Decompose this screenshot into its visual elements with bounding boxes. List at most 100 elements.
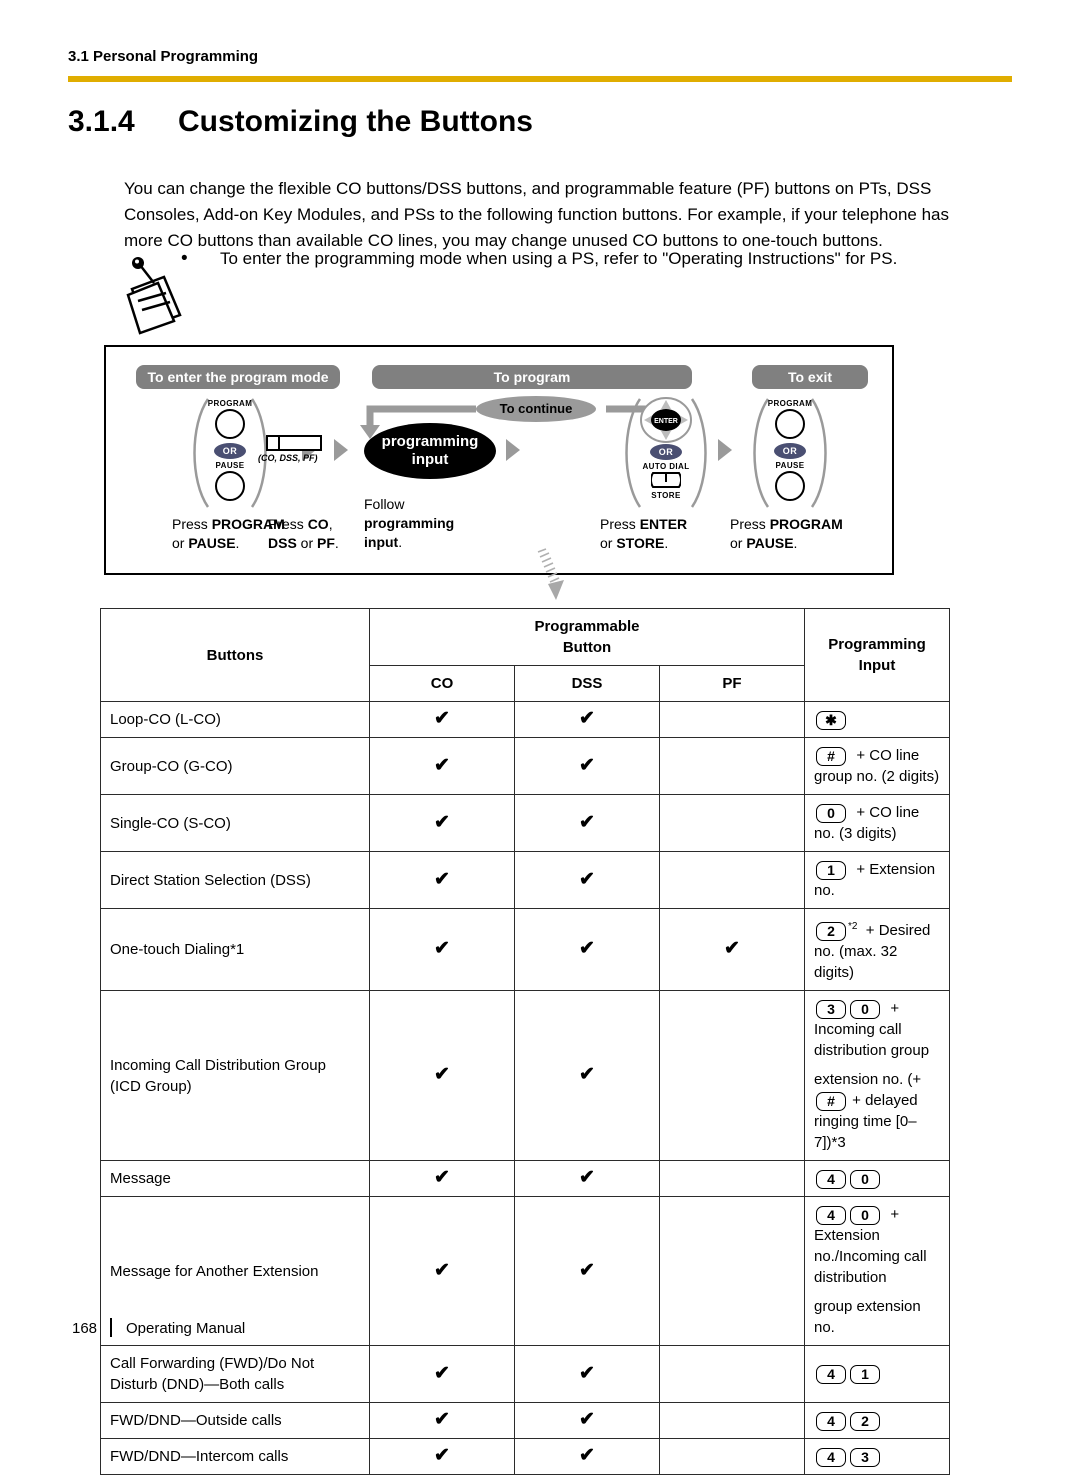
table-row: Message ✔ ✔ 4 0 bbox=[100, 1160, 950, 1197]
table-row: FWD/DND—Intercom calls ✔ ✔ 4 3 bbox=[100, 1438, 950, 1475]
flow-arrow-4 bbox=[718, 439, 732, 461]
check-icon: ✔ bbox=[434, 1409, 450, 1430]
col-header-buttons: Buttons bbox=[100, 608, 370, 702]
programming-input-line-2: extension no. (+ # + delayed ringing tim… bbox=[814, 1071, 922, 1151]
table-head: Buttons Programmable Button Programming I… bbox=[100, 608, 950, 702]
programming-input-line-2: group extension no. bbox=[814, 1298, 921, 1336]
flow-caption-4: Press ENTER or STORE. bbox=[600, 515, 687, 553]
programming-input-line: 30 + Incoming call distribution group bbox=[814, 999, 930, 1059]
section-number: 3.1.4 bbox=[68, 105, 135, 138]
col-header-dss: DSS bbox=[514, 665, 660, 702]
keycap-1: 1 bbox=[850, 1365, 880, 1385]
cell-pf-check bbox=[659, 1402, 805, 1439]
flow-caption-2: Press CO, DSS or PF. bbox=[268, 515, 339, 553]
key-label-pause: PAUSE bbox=[775, 461, 805, 470]
caption-text: . bbox=[334, 535, 339, 551]
flow-pill-to-exit: To exit bbox=[752, 365, 868, 389]
cell-pf-check bbox=[659, 794, 805, 852]
keycap-0: 0 bbox=[850, 1205, 880, 1225]
col-header-pf: PF bbox=[659, 665, 805, 702]
cell-pf-check bbox=[659, 1160, 805, 1197]
keycap-4: 4 bbox=[816, 1447, 846, 1467]
cell-button-name: One-touch Dialing*1 bbox=[100, 908, 370, 991]
svg-text:ENTER: ENTER bbox=[654, 418, 678, 425]
cell-button-name: Group-CO (G-CO) bbox=[100, 737, 370, 795]
check-icon: ✔ bbox=[434, 1445, 450, 1466]
co-dss-pf-button-icon bbox=[266, 435, 322, 451]
co-dss-pf-button-label: (CO, DSS, PF) bbox=[258, 453, 318, 463]
key-label-program: PROGRAM bbox=[767, 399, 813, 408]
programming-input-line: 1 + Extension no. bbox=[814, 860, 936, 899]
programming-input-line: 0 + CO line no. (3 digits) bbox=[814, 803, 920, 842]
hatched-down-arrow-icon bbox=[537, 548, 564, 600]
check-icon: ✔ bbox=[579, 938, 595, 959]
caption-bold: STORE bbox=[616, 535, 665, 551]
caption-bold: CO bbox=[307, 516, 329, 532]
caption-bold: input bbox=[364, 534, 399, 550]
check-icon: ✔ bbox=[434, 708, 450, 729]
cell-pf-check bbox=[659, 701, 805, 738]
cell-button-name: Single-CO (S-CO) bbox=[100, 794, 370, 852]
table-row: FWD/DND—Outside calls ✔ ✔ 4 2 bbox=[100, 1402, 950, 1439]
flow-pill-enter-program-mode: To enter the program mode bbox=[136, 365, 340, 389]
check-icon: ✔ bbox=[724, 938, 740, 959]
cell-button-name: FWD/DND—Intercom calls bbox=[100, 1438, 370, 1475]
check-icon: ✔ bbox=[434, 1167, 450, 1188]
page-title: 3.1.4 Customizing the Buttons bbox=[68, 105, 533, 139]
caption-bold: PROGRAM bbox=[769, 516, 843, 532]
cell-button-name: Loop-CO (L-CO) bbox=[100, 701, 370, 738]
cell-co-check: ✔ bbox=[369, 1402, 515, 1439]
footer-divider bbox=[110, 1318, 112, 1337]
programming-input-line: 2 *2 + Desired no. (max. 32 digits) bbox=[814, 921, 931, 981]
note-text: To enter the programming mode when using… bbox=[220, 249, 898, 268]
check-icon: ✔ bbox=[434, 1064, 450, 1085]
page-footer: 168 Operating Manual bbox=[72, 1318, 245, 1337]
running-header: 3.1 Personal Programming bbox=[68, 48, 259, 65]
caption-bold: PAUSE bbox=[746, 535, 794, 551]
check-icon: ✔ bbox=[579, 1445, 595, 1466]
col-header-programmable-button: Programmable Button bbox=[369, 608, 805, 666]
cell-programming-input: 41 bbox=[804, 1345, 950, 1403]
table-row: Single-CO (S-CO) ✔ ✔ 0 + CO line no. (3 dig… bbox=[100, 794, 950, 852]
col-header-co: CO bbox=[369, 665, 515, 702]
caption-text: . bbox=[398, 534, 403, 550]
flow-continue-label: To continue bbox=[476, 396, 596, 422]
table-row: Group-CO (G-CO) ✔ ✔ # + CO line group no. (… bbox=[100, 737, 950, 795]
cell-dss-check: ✔ bbox=[514, 1160, 660, 1197]
keycap-#: # bbox=[816, 746, 846, 766]
keycap-2: 2 bbox=[816, 921, 846, 941]
keycap-4: 4 bbox=[816, 1411, 846, 1431]
cell-dss-check: ✔ bbox=[514, 701, 660, 738]
caption-text: Press bbox=[268, 516, 308, 532]
table-row: Call Forwarding (FWD)/Do Not Disturb (DN… bbox=[100, 1345, 950, 1403]
caption-text: Press bbox=[730, 516, 770, 532]
cell-button-name: Call Forwarding (FWD)/Do Not Disturb (DN… bbox=[100, 1345, 370, 1403]
key-label-program: PROGRAM bbox=[207, 399, 253, 408]
pause-key-icon bbox=[775, 471, 805, 501]
cell-programming-input: ✱ bbox=[804, 701, 950, 738]
cell-programming-input: 40 bbox=[804, 1160, 950, 1197]
cell-programming-input: 42 bbox=[804, 1402, 950, 1439]
table-row: Loop-CO (L-CO) ✔ ✔ ✱ bbox=[100, 701, 950, 738]
keycap-✱: ✱ bbox=[816, 710, 846, 730]
programming-input-line: ✱ bbox=[814, 709, 940, 730]
check-icon: ✔ bbox=[579, 868, 595, 890]
cell-co-check: ✔ bbox=[369, 1196, 515, 1346]
key-label-auto-dial: AUTO DIAL bbox=[642, 462, 690, 471]
program-key-icon bbox=[215, 409, 245, 439]
check-icon: ✔ bbox=[579, 1409, 595, 1430]
keycap-0: 0 bbox=[850, 999, 880, 1019]
programming-input-line: 40 + Extension no./Incoming call distrib… bbox=[814, 1205, 927, 1286]
or-badge: OR bbox=[650, 444, 682, 460]
cell-programming-input: # + CO line group no. (2 digits) bbox=[804, 737, 950, 795]
cell-programming-input: 2 *2 + Desired no. (max. 32 digits) bbox=[804, 908, 950, 991]
cell-co-check: ✔ bbox=[369, 794, 515, 852]
keycap-#: # bbox=[816, 1091, 846, 1111]
key-label-store: STORE bbox=[651, 491, 681, 500]
footnote-marker: *2 bbox=[848, 921, 858, 932]
programming-input-line: 40 bbox=[814, 1168, 940, 1189]
caption-bold: ENTER bbox=[639, 516, 688, 532]
keycap-0: 0 bbox=[850, 1169, 880, 1189]
cell-pf-check bbox=[659, 737, 805, 795]
caption-text: . bbox=[664, 535, 669, 551]
